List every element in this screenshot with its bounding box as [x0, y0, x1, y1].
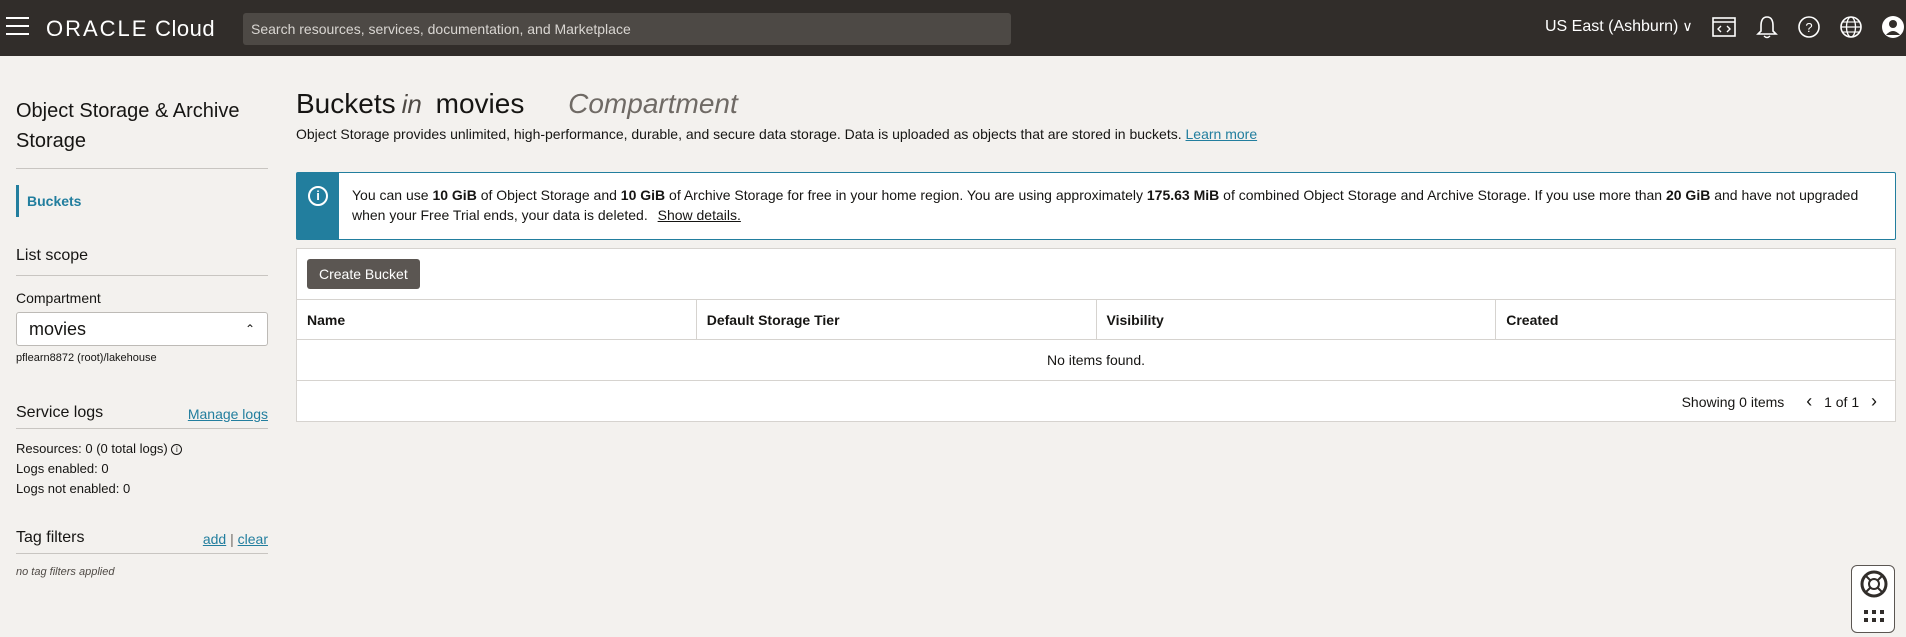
divider — [16, 275, 268, 276]
service-logs-heading: Service logs — [16, 404, 104, 421]
service-title: Object Storage & Archive Storage — [16, 100, 240, 152]
page-indicator: 1 of 1 — [1824, 394, 1860, 410]
banner-text: You can use 10 GiB of Object Storage and… — [352, 187, 1859, 223]
svg-text:?: ? — [1805, 20, 1812, 35]
compartment-path: pflearn8872 (root)/lakehouse — [16, 352, 157, 364]
table-header: Name Default Storage Tier Visibility Cre… — [297, 299, 1895, 340]
search-input[interactable]: Search resources, services, documentatio… — [243, 13, 1011, 45]
bell-icon[interactable] — [1754, 14, 1780, 40]
tag-filters-heading: Tag filters — [16, 529, 85, 546]
language-globe-icon[interactable] — [1838, 14, 1864, 40]
create-bucket-button[interactable]: Create Bucket — [307, 259, 420, 289]
oracle-cloud-logo[interactable]: ORACLE Cloud — [46, 16, 215, 42]
logs-enabled-row: Logs enabled: 0 — [16, 461, 109, 476]
divider — [16, 553, 268, 554]
list-scope-heading: List scope — [16, 247, 89, 264]
divider — [16, 168, 268, 169]
column-header-storage-tier[interactable]: Default Storage Tier — [697, 300, 1097, 339]
page-description: Object Storage provides unlimited, high-… — [296, 126, 1258, 142]
tag-clear-link[interactable]: clear — [238, 531, 268, 547]
column-header-visibility[interactable]: Visibility — [1097, 300, 1497, 339]
no-tag-filters-text: no tag filters applied — [16, 566, 115, 578]
chevron-down-icon: ∨ — [1682, 18, 1693, 34]
pagination: Showing 0 items ‹ 1 of 1 › — [1682, 381, 1885, 421]
info-icon[interactable]: i — [171, 444, 183, 456]
resources-row: Resources: 0 (0 total logs) i — [16, 439, 268, 459]
buckets-table: Create Bucket Name Default Storage Tier … — [296, 248, 1896, 422]
info-icon: i — [308, 186, 328, 206]
region-selector[interactable]: US East (Ashburn) ∨ — [1545, 18, 1693, 36]
page-title: Buckets in movies Compartment — [296, 88, 738, 119]
tag-add-link[interactable]: add — [203, 531, 226, 547]
cloud-shell-icon[interactable] — [1711, 14, 1737, 40]
sidebar-item-buckets[interactable]: Buckets — [16, 185, 268, 217]
next-page-icon[interactable]: › — [1871, 381, 1877, 421]
previous-page-icon[interactable]: ‹ — [1806, 381, 1812, 421]
learn-more-link[interactable]: Learn more — [1186, 126, 1258, 142]
support-help-widget[interactable] — [1851, 565, 1895, 633]
show-details-link[interactable]: Show details. — [658, 207, 741, 223]
showing-count: Showing 0 items — [1681, 394, 1785, 410]
compartment-name: movies — [435, 88, 525, 119]
empty-table-message: No items found. — [297, 340, 1895, 381]
help-icon[interactable]: ? — [1796, 14, 1822, 40]
compartment-select[interactable]: movies ⌃ — [16, 312, 268, 346]
manage-logs-link[interactable]: Manage logs — [188, 406, 268, 422]
tag-filters-header: Tag filters add | clear — [16, 529, 268, 547]
compartment-label: Compartment — [16, 290, 101, 306]
service-logs-header: Service logs Manage logs — [16, 404, 268, 426]
divider — [16, 428, 268, 429]
select-arrows-icon: ⌃ — [244, 322, 255, 336]
top-navigation-bar: ORACLE Cloud Search resources, services,… — [0, 0, 1906, 56]
menu-icon[interactable] — [6, 17, 29, 37]
free-tier-info-banner: i You can use 10 GiB of Object Storage a… — [296, 172, 1896, 240]
main-content: Buckets in movies Compartment Object Stor… — [296, 88, 1896, 422]
user-profile-icon[interactable] — [1880, 14, 1906, 40]
logs-not-enabled-row: Logs not enabled: 0 — [16, 481, 131, 496]
column-header-name[interactable]: Name — [297, 300, 697, 339]
column-header-created[interactable]: Created — [1496, 300, 1895, 339]
lifebuoy-icon — [1860, 570, 1888, 622]
sidebar: Object Storage & Archive Storage Buckets… — [16, 96, 268, 578]
